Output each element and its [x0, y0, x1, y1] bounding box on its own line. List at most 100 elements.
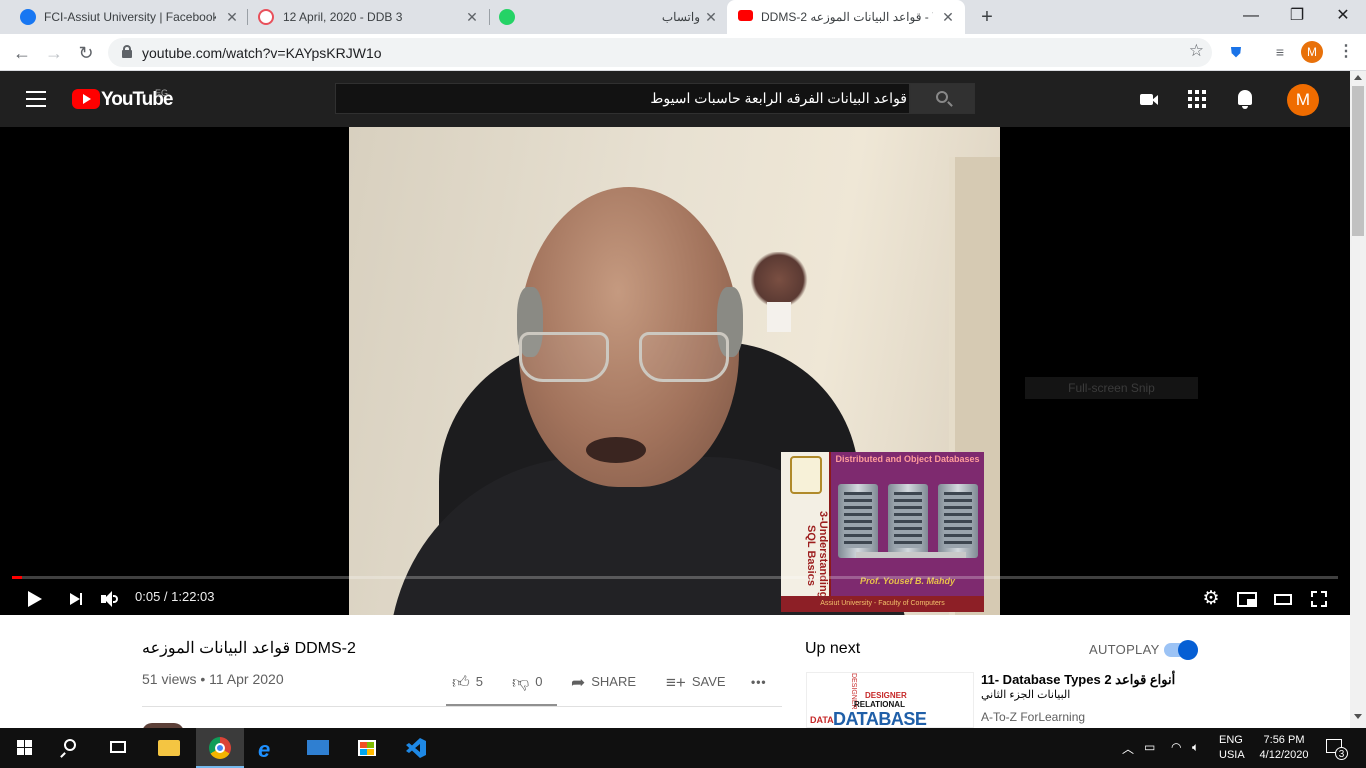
server-icon — [938, 484, 978, 558]
search-button[interactable] — [910, 83, 975, 114]
recommended-video-title[interactable]: 11- Database Types 2 أنواع قواعد — [981, 672, 1181, 687]
spiral-icon — [258, 9, 274, 25]
youtube-masthead: YouTube EG قواعد البيانات الفرقه الرابعة… — [0, 71, 1350, 127]
progress-bar[interactable] — [12, 576, 1338, 579]
forward-button[interactable]: → — [42, 41, 66, 65]
file-explorer-icon[interactable] — [146, 728, 194, 768]
windows-start-button[interactable] — [0, 728, 48, 768]
settings-gear-icon[interactable]: ⚙ — [1199, 587, 1223, 611]
next-video-button[interactable] — [64, 587, 88, 611]
close-icon[interactable]: ✕ — [223, 8, 241, 26]
windows-taskbar: e ︿ ▭ ◠ 🔈︎ ENG USIA 7:56 PM 4/12/2020 3 — [0, 728, 1366, 768]
miniplayer-button[interactable] — [1235, 587, 1259, 611]
scroll-thumb[interactable] — [1352, 86, 1364, 236]
url-text[interactable]: youtube.com/watch?v=KAYpsKRJW1o — [142, 45, 382, 61]
browser-profile-avatar[interactable]: M — [1301, 41, 1323, 63]
volume-button[interactable] — [98, 587, 122, 611]
lang-code: ENG — [1219, 734, 1243, 746]
thumb-decor-text: DATA — [810, 715, 834, 725]
slide-footer: Assiut University - Faculty of Computers — [781, 596, 984, 612]
close-icon[interactable]: ✕ — [702, 8, 720, 26]
close-window-button[interactable]: ✕ — [1320, 4, 1366, 28]
tab-facebook[interactable]: FCI-Assiut University | Facebook ✕ — [0, 0, 245, 34]
reload-button[interactable]: ↻ — [74, 41, 98, 65]
vscode-icon[interactable] — [392, 728, 440, 768]
tray-chevron-up-icon[interactable]: ︿ — [1122, 740, 1134, 757]
speaker-icon[interactable]: 🔈︎ — [1192, 740, 1199, 755]
notifications-bell-icon[interactable] — [1233, 87, 1257, 111]
chrome-taskbar-icon[interactable] — [196, 728, 244, 768]
glasses-lens-left — [519, 332, 609, 382]
search-query[interactable]: قواعد البيانات الفرقه الرابعة حاسبات اسي… — [650, 90, 907, 107]
bookmark-star-icon[interactable]: ☆ — [1189, 41, 1204, 61]
mail-icon[interactable] — [294, 728, 342, 768]
browser-tab-strip: FCI-Assiut University | Facebook ✕ 12 Ap… — [0, 0, 1366, 34]
slide-vertical-title: 3-Understanding SQL Basics — [805, 511, 829, 599]
save-button[interactable]: ≡+ SAVE — [666, 672, 726, 692]
tab-label: 12 April, 2020 - DDB 3 — [283, 10, 403, 24]
battery-icon[interactable]: ▭ — [1144, 740, 1155, 754]
address-bar[interactable]: youtube.com/watch?v=KAYpsKRJW1o ☆ — [108, 38, 1212, 67]
create-video-icon[interactable] — [1137, 87, 1161, 111]
time-display: 0:05 / 1:22:03 — [135, 589, 215, 604]
more-actions-icon[interactable]: ••• — [751, 672, 767, 692]
tab-label: FCI-Assiut University | Facebook — [44, 10, 216, 24]
slide-left-panel: 3-Understanding SQL Basics — [781, 452, 831, 612]
video-views-date: 51 views • 11 Apr 2020 — [142, 671, 284, 687]
edge-icon[interactable]: e — [245, 728, 293, 768]
fullscreen-button[interactable] — [1307, 587, 1331, 611]
slide-title: Distributed and Object Databases — [835, 454, 980, 464]
menu-icon[interactable] — [26, 91, 46, 107]
autoplay-toggle[interactable] — [1164, 640, 1198, 660]
wifi-icon[interactable]: ◠ — [1171, 740, 1181, 754]
playlist-add-icon: ≡+ — [666, 672, 686, 692]
scroll-up-arrow-icon[interactable] — [1354, 75, 1362, 80]
thumbs-down-icon: 👎︎ — [512, 672, 530, 692]
account-avatar[interactable]: M — [1287, 84, 1319, 116]
divider — [142, 706, 782, 707]
back-button[interactable]: ← — [10, 41, 34, 65]
browser-toolbar: ← → ↻ youtube.com/watch?v=KAYpsKRJW1o ☆ … — [0, 34, 1366, 71]
search-input[interactable]: قواعد البيانات الفرقه الرابعة حاسبات اسي… — [335, 83, 910, 114]
windows-search-icon[interactable] — [48, 728, 96, 768]
thumb-decor-text: RELATIONAL — [854, 700, 905, 709]
share-label: SHARE — [591, 674, 637, 689]
thumb-decor-text: DESIGNER — [865, 691, 907, 700]
search-icon — [936, 91, 948, 103]
system-clock[interactable]: 7:56 PM 4/12/2020 — [1252, 733, 1316, 763]
browser-menu-icon[interactable]: ⋮ — [1336, 42, 1356, 62]
apps-grid-icon[interactable] — [1185, 87, 1209, 111]
recommended-channel-name[interactable]: A-To-Z ForLearning — [981, 710, 1085, 724]
minimize-button[interactable]: — — [1228, 4, 1274, 28]
whatsapp-icon — [499, 9, 515, 25]
lecture-slide-overlay: 3-Understanding SQL Basics Distributed a… — [781, 452, 984, 612]
media-queue-icon[interactable]: ≡ — [1270, 42, 1290, 62]
scroll-down-arrow-icon[interactable] — [1354, 714, 1362, 719]
recommended-video-thumbnail[interactable]: DESIGNER DESIGNER RELATIONAL DATA DATABA… — [806, 672, 974, 728]
shield-extension-icon[interactable]: ⛊ — [1226, 42, 1246, 62]
tab-youtube-active[interactable]: DDMS-2 قواعد البيانات الموزعه - Y ✕ — [727, 0, 965, 34]
video-player[interactable]: 3-Understanding SQL Basics Distributed a… — [0, 127, 1350, 615]
microsoft-store-icon[interactable] — [343, 728, 391, 768]
play-button[interactable] — [22, 587, 46, 611]
save-label: SAVE — [691, 674, 726, 689]
youtube-logo-icon[interactable] — [72, 89, 100, 109]
thumb-decor-text: DATABASE — [833, 709, 927, 728]
theater-mode-button[interactable] — [1271, 587, 1295, 611]
share-button[interactable]: ➦ SHARE — [571, 672, 636, 692]
close-icon[interactable]: ✕ — [463, 8, 481, 26]
tab-ddb3[interactable]: 12 April, 2020 - DDB 3 ✕ — [248, 0, 488, 34]
autoplay-label: AUTOPLAY — [1089, 642, 1160, 657]
tab-whatsapp[interactable]: واتساب ✕ — [490, 0, 726, 34]
like-count: 5 — [475, 674, 483, 689]
tab-label: DDMS-2 قواعد البيانات الموزعه - Y — [761, 10, 933, 24]
like-button[interactable]: 👍︎ 5 — [452, 672, 483, 692]
recommended-video-title-line2[interactable]: البيانات الجزء الثاني — [981, 688, 1181, 702]
restore-button[interactable]: ❐ — [1274, 4, 1320, 28]
dislike-button[interactable]: 👎︎ 0 — [512, 672, 543, 692]
input-language[interactable]: ENG USIA — [1219, 733, 1245, 763]
close-icon[interactable]: ✕ — [939, 8, 957, 26]
task-view-icon[interactable] — [96, 728, 144, 768]
page-scrollbar[interactable] — [1350, 71, 1366, 728]
new-tab-button[interactable]: + — [976, 6, 998, 28]
